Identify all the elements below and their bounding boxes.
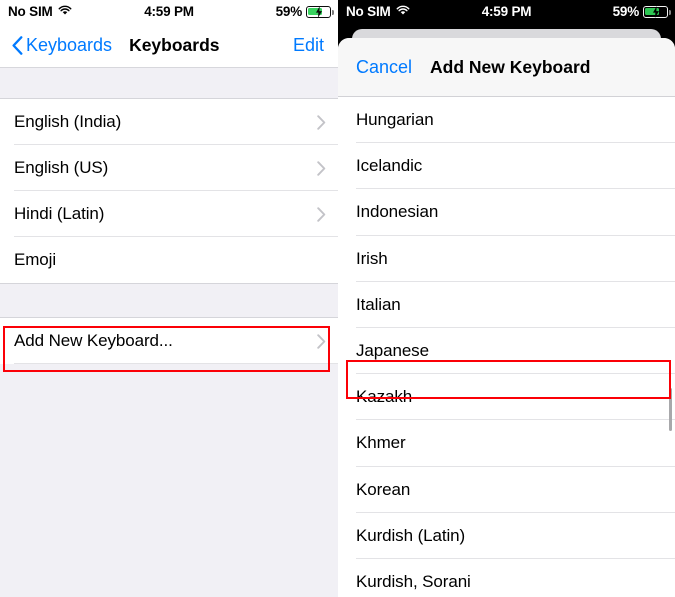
- list-item[interactable]: Italian: [338, 281, 675, 328]
- sheet-navigation-bar: Cancel Add New Keyboard: [338, 38, 675, 97]
- page-title: Keyboards: [129, 34, 220, 55]
- list-item[interactable]: Korean: [338, 466, 675, 513]
- language-label: Japanese: [356, 341, 429, 361]
- section-spacer-top: [0, 68, 338, 99]
- battery-charging-icon: [643, 5, 671, 18]
- two-screen-comparison: No SIM 4:59 PM 59% Keyboards Keyboards E…: [0, 0, 675, 597]
- list-item[interactable]: Khmer: [338, 420, 675, 467]
- chevron-left-icon: [12, 35, 23, 55]
- list-item-japanese[interactable]: Japanese: [338, 327, 675, 375]
- list-item[interactable]: English (US): [0, 145, 338, 191]
- back-button-label: Keyboards: [26, 34, 113, 55]
- right-screen-add-keyboard-sheet: No SIM 4:59 PM 59% Cancel Add New Keyboa…: [338, 0, 675, 597]
- navigation-bar-left: Keyboards Keyboards Edit: [0, 23, 338, 68]
- language-label: Irish: [356, 248, 388, 268]
- list-item[interactable]: Irish: [338, 235, 675, 282]
- battery-charging-icon: [306, 5, 334, 18]
- list-item[interactable]: Indonesian: [338, 189, 675, 236]
- add-new-keyboard-group: Add New Keyboard...: [0, 318, 338, 364]
- keyboards-list: English (India) English (US) Hindi (Lati…: [0, 99, 338, 283]
- chevron-right-icon: [317, 114, 326, 130]
- status-bar-right-group: 59%: [275, 4, 334, 19]
- charging-bolt-icon: [652, 5, 659, 18]
- keyboard-label: Hindi (Latin): [14, 204, 105, 223]
- list-item[interactable]: English (India): [0, 99, 338, 145]
- list-item[interactable]: Icelandic: [338, 143, 675, 190]
- language-label: Kurdish, Sorani: [356, 571, 471, 591]
- section-spacer-middle: [0, 283, 338, 318]
- language-label: Icelandic: [356, 156, 423, 176]
- languages-list: Hungarian Icelandic Indonesian Irish Ita…: [338, 97, 675, 597]
- battery-percent-label: 59%: [275, 4, 303, 19]
- list-item[interactable]: Emoji: [0, 237, 338, 283]
- chevron-right-icon: [317, 333, 326, 349]
- battery-percent-label: 59%: [612, 4, 640, 19]
- keyboard-label: Emoji: [14, 250, 57, 269]
- keyboard-label: English (India): [14, 112, 122, 131]
- list-item[interactable]: Hungarian: [338, 97, 675, 144]
- modal-sheet: Cancel Add New Keyboard Hungarian Icelan…: [338, 38, 675, 597]
- keyboard-label: English (US): [14, 158, 109, 177]
- add-new-keyboard-label: Add New Keyboard...: [14, 331, 173, 350]
- cancel-button[interactable]: Cancel: [356, 57, 412, 78]
- chevron-right-icon: [317, 160, 326, 176]
- status-bar-left: No SIM 4:59 PM 59%: [0, 0, 338, 23]
- edit-button[interactable]: Edit: [293, 35, 324, 56]
- language-label: Khmer: [356, 433, 406, 453]
- list-item[interactable]: Kurdish (Latin): [338, 512, 675, 559]
- language-label: Italian: [356, 294, 401, 314]
- left-screen-keyboards-settings: No SIM 4:59 PM 59% Keyboards Keyboards E…: [0, 0, 338, 597]
- status-bar-right: No SIM 4:59 PM 59%: [338, 0, 675, 23]
- language-label: Hungarian: [356, 110, 434, 130]
- language-label: Korean: [356, 479, 411, 499]
- language-label: Indonesian: [356, 202, 439, 222]
- sheet-title: Add New Keyboard: [430, 56, 591, 77]
- language-label: Kazakh: [356, 387, 413, 407]
- list-item[interactable]: Hindi (Latin): [0, 191, 338, 237]
- list-item[interactable]: Kazakh: [338, 374, 675, 421]
- add-new-keyboard-button[interactable]: Add New Keyboard...: [0, 318, 338, 364]
- status-bar-right-group: 59%: [612, 4, 671, 19]
- vertical-scrollbar[interactable]: [668, 388, 672, 431]
- list-item[interactable]: Kurdish, Sorani: [338, 558, 675, 597]
- charging-bolt-icon: [315, 5, 322, 18]
- chevron-right-icon: [317, 206, 326, 222]
- language-label: Kurdish (Latin): [356, 525, 466, 545]
- back-button[interactable]: Keyboards: [12, 35, 112, 56]
- row-separator: [14, 363, 338, 364]
